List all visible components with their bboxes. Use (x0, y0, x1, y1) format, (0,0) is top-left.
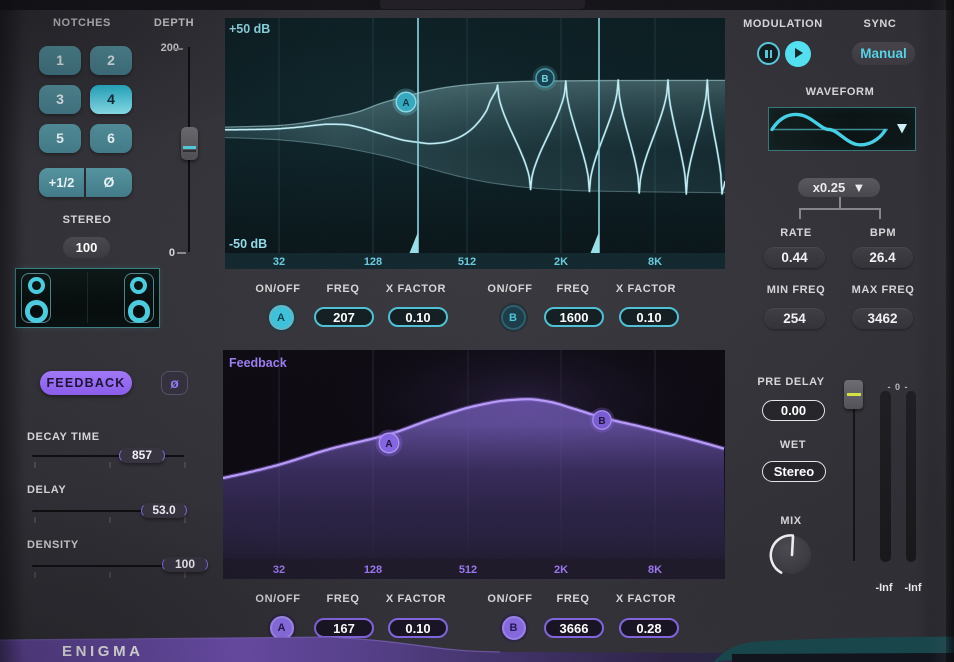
svg-text:ENIGMA: ENIGMA (62, 643, 144, 660)
svg-text:B: B (598, 416, 605, 427)
svg-text:+50 dB: +50 dB (229, 22, 270, 36)
svg-text:2K: 2K (554, 564, 568, 576)
svg-text:A: A (402, 98, 409, 109)
svg-text:Feedback: Feedback (229, 356, 287, 370)
svg-text:512: 512 (459, 564, 477, 576)
svg-text:-50 dB: -50 dB (229, 237, 267, 251)
svg-text:B: B (541, 74, 548, 85)
svg-text:128: 128 (364, 564, 382, 576)
svg-text:32: 32 (273, 256, 285, 268)
svg-text:512: 512 (458, 256, 476, 268)
svg-text:128: 128 (364, 256, 382, 268)
svg-text:8K: 8K (648, 256, 662, 268)
svg-text:32: 32 (273, 564, 285, 576)
svg-text:A: A (385, 439, 392, 450)
svg-text:2K: 2K (554, 256, 568, 268)
svg-text:8K: 8K (648, 564, 662, 576)
